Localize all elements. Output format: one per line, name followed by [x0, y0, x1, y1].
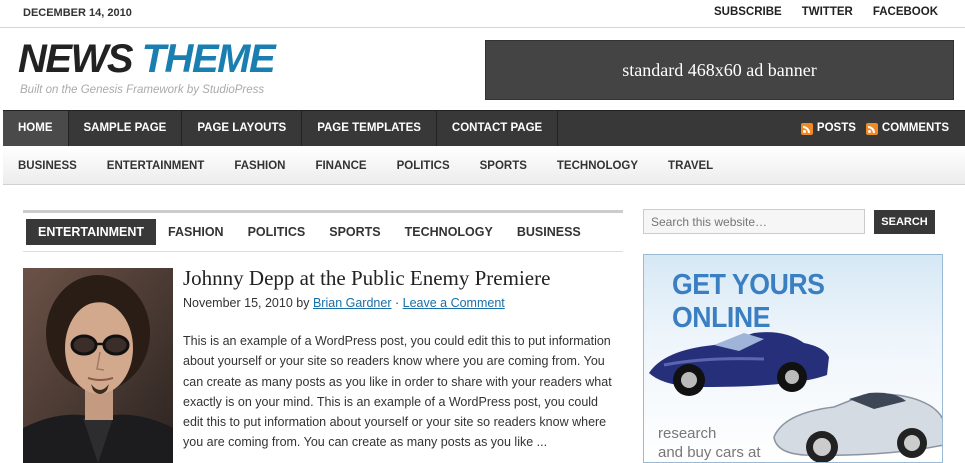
search-button[interactable]: SEARCH — [874, 210, 935, 234]
comments-feed-link[interactable]: COMMENTS — [865, 111, 949, 146]
tab-politics[interactable]: POLITICS — [236, 219, 318, 245]
search-input[interactable] — [643, 209, 865, 234]
category-fashion[interactable]: FASHION — [219, 147, 300, 185]
category-nav: BUSINESS ENTERTAINMENT FASHION FINANCE P… — [3, 147, 965, 185]
post-thumbnail[interactable] — [23, 268, 173, 463]
tab-fashion[interactable]: FASHION — [156, 219, 236, 245]
nav-item-home[interactable]: HOME — [3, 111, 69, 146]
facebook-link[interactable]: FACEBOOK — [873, 6, 938, 18]
tab-business[interactable]: BUSINESS — [505, 219, 593, 245]
post-excerpt: This is an example of a WordPress post, … — [183, 334, 612, 450]
rss-icon — [800, 122, 813, 135]
posts-feed-label: POSTS — [816, 122, 856, 134]
comments-feed-label: COMMENTS — [881, 122, 949, 134]
subscribe-link[interactable]: SUBSCRIBE — [714, 6, 782, 18]
site-tagline: Built on the Genesis Framework by Studio… — [20, 84, 265, 96]
nav-item-sample-page[interactable]: SAMPLE PAGE — [69, 111, 183, 146]
post-meta: November 15, 2010 by Brian Gardner · Lea… — [183, 296, 505, 310]
feed-links: POSTS COMMENTS — [800, 111, 949, 146]
site-logo[interactable]: NEWS THEME — [18, 36, 276, 82]
category-finance[interactable]: FINANCE — [300, 147, 381, 185]
post-author-link[interactable]: Brian Gardner — [313, 296, 392, 310]
post-by: by — [296, 296, 310, 310]
category-politics[interactable]: POLITICS — [382, 147, 465, 185]
nav-item-contact-page[interactable]: CONTACT PAGE — [437, 111, 559, 146]
tab-technology[interactable]: TECHNOLOGY — [393, 219, 505, 245]
meta-separator: · — [394, 296, 400, 310]
logo-word-theme: THEME — [141, 37, 276, 81]
posts-feed-link[interactable]: POSTS — [800, 111, 856, 146]
category-tabs: ENTERTAINMENT FASHION POLITICS SPORTS TE… — [23, 210, 623, 252]
post-title[interactable]: Johnny Depp at the Public Enemy Premiere — [183, 266, 550, 291]
category-entertainment[interactable]: ENTERTAINMENT — [92, 147, 220, 185]
sidebar-ad[interactable]: GET YOURS ONLINE research and buy cars a… — [643, 254, 943, 463]
tab-sports[interactable]: SPORTS — [317, 219, 392, 245]
category-sports[interactable]: SPORTS — [465, 147, 542, 185]
nav-item-page-layouts[interactable]: PAGE LAYOUTS — [182, 111, 303, 146]
top-bar: DECEMBER 14, 2010 SUBSCRIBE TWITTER FACE… — [0, 0, 965, 28]
logo-word-news: NEWS — [18, 37, 134, 81]
primary-nav: HOME SAMPLE PAGE PAGE LAYOUTS PAGE TEMPL… — [3, 110, 965, 146]
post-date: November 15, 2010 — [183, 296, 293, 310]
rss-icon — [865, 122, 878, 135]
header-ad-banner[interactable]: standard 468x60 ad banner — [485, 40, 954, 100]
portrait-image — [23, 268, 173, 463]
category-travel[interactable]: TRAVEL — [653, 147, 728, 185]
ad-text-line2: and buy cars at — [658, 444, 761, 461]
twitter-link[interactable]: TWITTER — [802, 6, 853, 18]
current-date: DECEMBER 14, 2010 — [23, 7, 132, 19]
category-business[interactable]: BUSINESS — [3, 147, 92, 185]
leave-comment-link[interactable]: Leave a Comment — [403, 296, 505, 310]
nav-item-page-templates[interactable]: PAGE TEMPLATES — [302, 111, 437, 146]
ad-text-line1: research — [658, 425, 717, 442]
tab-entertainment[interactable]: ENTERTAINMENT — [26, 219, 157, 245]
top-links: SUBSCRIBE TWITTER FACEBOOK — [714, 6, 938, 18]
category-technology[interactable]: TECHNOLOGY — [542, 147, 653, 185]
